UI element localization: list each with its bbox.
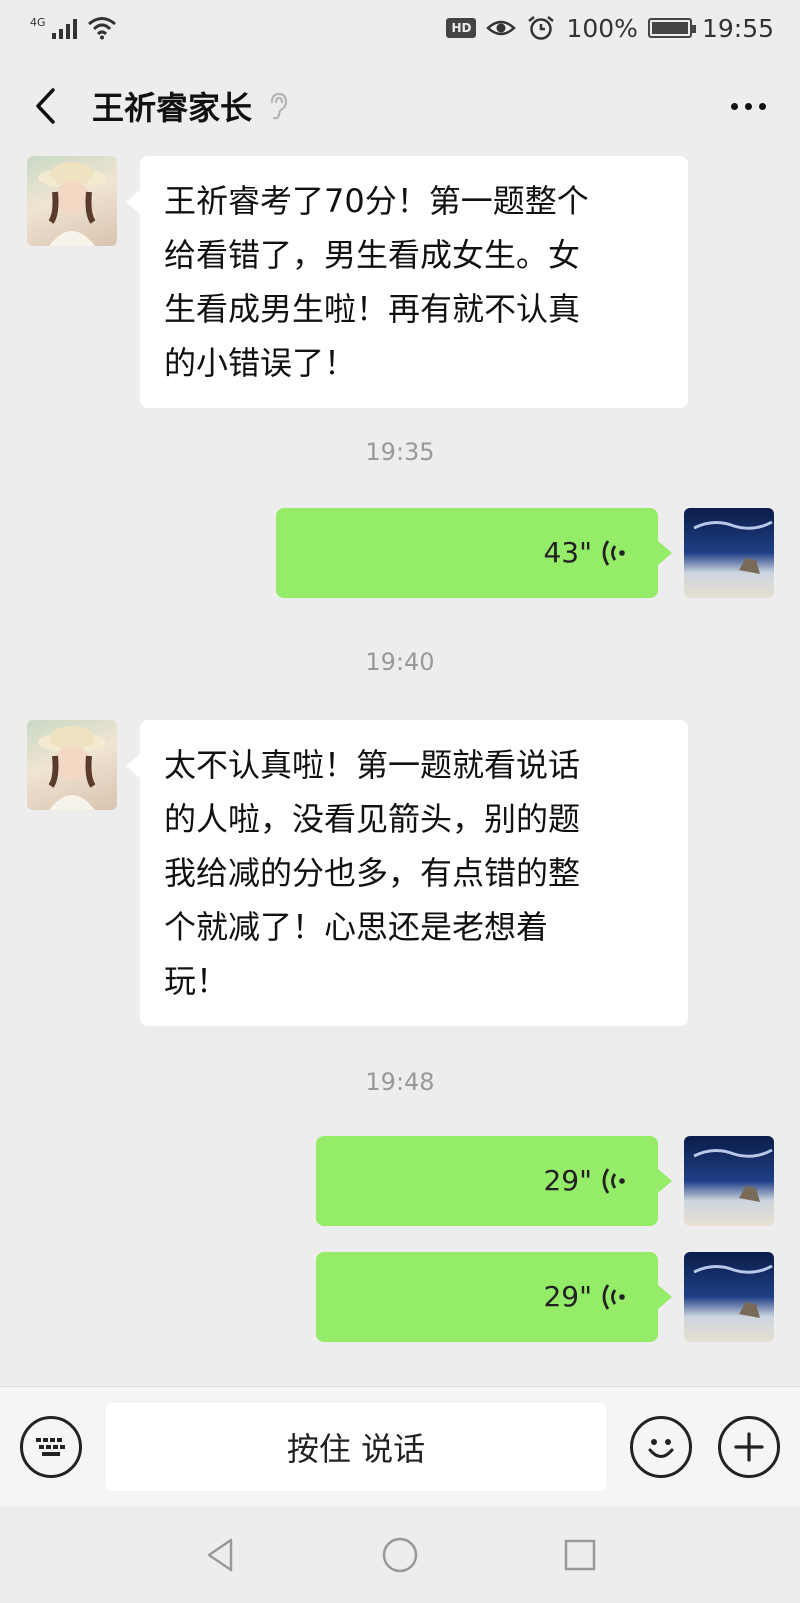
voice-message-bubble[interactable]: 29": [316, 1136, 672, 1226]
voice-wave-icon: [602, 1284, 625, 1310]
status-time: 19:55: [701, 13, 774, 43]
chat-title: 王祈睿家长: [92, 89, 253, 127]
voice-message-bubble[interactable]: 29": [316, 1252, 672, 1342]
message-line: 的人啦，没看见箭头，别的题: [164, 800, 581, 838]
voice-wave-icon: [602, 1168, 625, 1194]
keyboard-toggle-button[interactable]: [20, 1415, 82, 1478]
ear-icon: [270, 92, 288, 120]
battery-icon: [647, 18, 696, 38]
message-line: 我给减的分也多，有点错的整: [164, 854, 581, 892]
back-arrow-icon: [36, 88, 55, 124]
timestamp: 19:35: [365, 438, 435, 466]
voice-duration: 29": [543, 1280, 592, 1313]
more-icon-dot: [744, 102, 752, 110]
nav-back-button[interactable]: [200, 1535, 240, 1575]
nav-home-button[interactable]: [380, 1535, 420, 1575]
system-nav-bar: [0, 1506, 800, 1603]
input-bar: 按住 说话: [0, 1386, 800, 1506]
avatar-girl-image: [38, 726, 106, 810]
status-right: HD 100% 19:55: [446, 14, 774, 43]
battery-level: [651, 22, 688, 34]
alarm-icon: [528, 16, 555, 40]
emoji-icon: [648, 1438, 674, 1458]
message-line: 玩！: [164, 962, 229, 1000]
nav-home-icon: [382, 1537, 418, 1572]
wifi-icon: [87, 17, 116, 40]
avatar-girl-image: [38, 162, 106, 246]
my-avatar[interactable]: [684, 508, 774, 598]
eye-icon: [486, 20, 517, 36]
back-button[interactable]: [24, 84, 68, 128]
voice-duration: 29": [543, 1164, 592, 1197]
message-line: 个就减了！心思还是老想着: [164, 908, 549, 946]
timestamp: 19:48: [365, 1068, 435, 1096]
battery-percent: 100%: [566, 13, 638, 43]
more-icon-dot: [758, 102, 766, 110]
nav-recents-icon: [564, 1539, 596, 1570]
hd-badge: HD: [446, 18, 477, 38]
message-line: 太不认真啦！第一题就看说话: [164, 746, 581, 784]
avatar-beach-image: [693, 1148, 773, 1202]
more-options-button[interactable]: [720, 84, 776, 128]
message-line: 生看成男生啦！再有就不认真: [164, 290, 581, 328]
hold-to-talk-button[interactable]: 按住 说话: [106, 1402, 606, 1491]
keyboard-icon: [36, 1437, 65, 1456]
avatar-beach-image: [693, 520, 773, 574]
nav-recents-button[interactable]: [560, 1535, 600, 1575]
input-actions: [630, 1415, 780, 1478]
message-bubble-text[interactable]: 太不认真啦！第一题就看说话 的人啦，没看见箭头，别的题 我给减的分也多，有点错的…: [126, 720, 688, 1026]
nav-back-icon: [207, 1538, 233, 1571]
status-bar: 4G HD 100% 19:55: [0, 0, 800, 56]
emoji-button[interactable]: [630, 1415, 692, 1478]
message-line: 的小错误了！: [164, 344, 357, 382]
voice-duration: 43": [543, 536, 592, 569]
timestamp: 19:40: [365, 648, 435, 676]
avatar-beach-image: [693, 1264, 773, 1318]
message-line: 给看错了，男生看成女生。女: [164, 236, 581, 274]
my-avatar[interactable]: [684, 1252, 774, 1342]
message-bubble-text[interactable]: 王祈睿考了70分！第一题整个 给看错了，男生看成女生。女 生看成男生啦！再有就不…: [126, 156, 688, 408]
more-functions-button[interactable]: [718, 1415, 780, 1478]
more-icon-dot: [730, 102, 738, 110]
plus-icon: [734, 1431, 764, 1462]
contact-avatar[interactable]: [27, 720, 117, 810]
chat-area[interactable]: 王祈睿考了70分！第一题整个 给看错了，男生看成女生。女 生看成男生啦！再有就不…: [0, 156, 800, 1386]
my-avatar[interactable]: [684, 1136, 774, 1226]
status-left: 4G: [30, 16, 117, 40]
contact-avatar[interactable]: [27, 156, 117, 246]
network-type: 4G: [30, 16, 46, 29]
voice-wave-icon: [602, 540, 625, 566]
title-bar: 王祈睿家长: [0, 56, 800, 156]
message-line: 王祈睿考了70分！第一题整个: [164, 182, 589, 220]
signal-icon: [51, 17, 77, 39]
voice-message-bubble[interactable]: 43": [276, 508, 672, 598]
